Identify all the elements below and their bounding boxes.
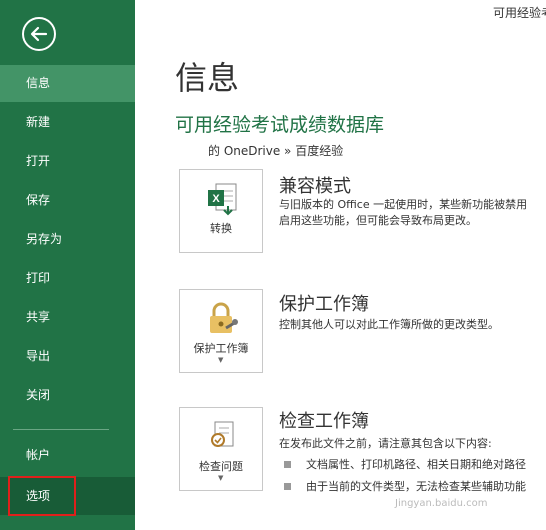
document-title: 可用经验考试成绩数据库 — [175, 114, 385, 136]
nav-print[interactable]: 打印 — [0, 260, 135, 297]
nav-save[interactable]: 保存 — [0, 182, 135, 219]
svg-text:X: X — [212, 193, 220, 205]
check-issues-label: 检查问题 — [199, 460, 243, 473]
nav-new[interactable]: 新建 — [0, 104, 135, 141]
bullet-marker — [284, 461, 291, 468]
nav-open[interactable]: 打开 — [0, 143, 135, 180]
inspect-workbook-title: 检查工作簿 — [279, 411, 369, 432]
nav-info[interactable]: 信息 — [0, 65, 135, 102]
window-title: 可用经验考 — [493, 6, 546, 20]
inspect-bullet-2: 由于当前的文件类型，无法检查某些辅助功能 — [306, 480, 526, 493]
bullet-marker — [284, 483, 291, 490]
inspect-document-icon — [211, 421, 234, 447]
inspect-workbook-desc: 在发布此文件之前，请注意其包含以下内容: — [279, 437, 492, 450]
back-button[interactable] — [22, 17, 56, 51]
sidebar-divider — [13, 429, 109, 430]
lock-key-icon — [210, 302, 238, 333]
protect-workbook-title: 保护工作簿 — [279, 294, 369, 315]
nav-export[interactable]: 导出 — [0, 338, 135, 375]
convert-label: 转换 — [210, 222, 232, 235]
back-arrow-icon — [30, 26, 48, 42]
watermark: Jingyan.baidu.com — [395, 498, 488, 509]
compat-mode-title: 兼容模式 — [279, 176, 351, 197]
dropdown-caret-icon: ▼ — [218, 356, 224, 364]
options-highlight-box — [8, 476, 76, 516]
page-title: 信息 — [175, 59, 240, 97]
protect-workbook-desc: 控制其他人可以对此工作簿所做的更改类型。 — [279, 318, 499, 331]
dropdown-caret-icon: ▼ — [218, 474, 224, 482]
protect-workbook-button[interactable]: 保护工作簿 ▼ — [179, 289, 263, 373]
backstage-sidebar: 信息 新建 打开 保存 另存为 打印 共享 导出 关闭 帐户 选项 — [0, 0, 135, 530]
compat-mode-line-1: 与旧版本的 Office 一起使用时，某些新功能被禁用 — [279, 198, 528, 211]
protect-workbook-label: 保护工作簿 — [193, 342, 249, 355]
compat-mode-line-2: 启用这些功能，但可能会导致布局更改。 — [279, 214, 477, 227]
inspect-bullet-1: 文档属性、打印机路径、相关日期和绝对路径 — [306, 458, 526, 471]
nav-save-as[interactable]: 另存为 — [0, 221, 135, 258]
nav-account[interactable]: 帐户 — [0, 437, 135, 474]
excel-convert-icon: X — [208, 183, 237, 216]
convert-button[interactable]: X 转换 — [179, 169, 263, 253]
nav-share[interactable]: 共享 — [0, 299, 135, 336]
document-path[interactable]: 的 OneDrive » 百度经验 — [208, 142, 343, 159]
check-issues-button[interactable]: 检查问题 ▼ — [179, 407, 263, 491]
nav-close[interactable]: 关闭 — [0, 377, 135, 414]
